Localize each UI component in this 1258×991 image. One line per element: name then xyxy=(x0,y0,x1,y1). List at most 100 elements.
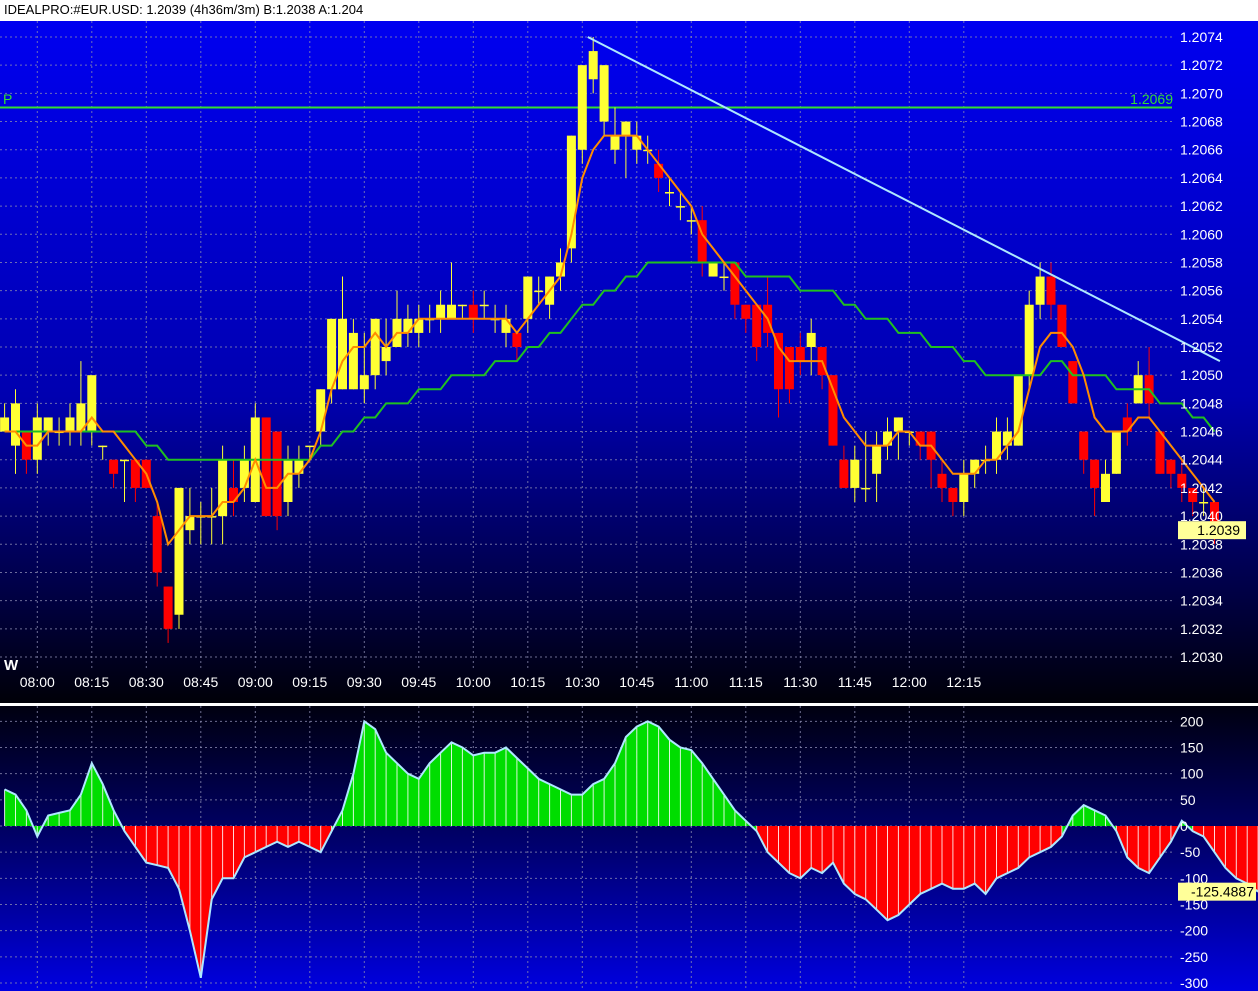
osc-tick-label: -300 xyxy=(1180,975,1208,991)
price-tick-label: 1.2048 xyxy=(1180,395,1223,411)
osc-area-segment xyxy=(931,826,942,889)
osc-area-segment xyxy=(1007,826,1019,874)
price-tick-label: 1.2072 xyxy=(1180,57,1223,73)
candle-body xyxy=(610,135,620,150)
candle-body xyxy=(1035,276,1045,305)
osc-area-segment xyxy=(669,739,681,826)
candle-body xyxy=(675,206,685,208)
candle-body xyxy=(948,487,958,502)
price-tick-label: 1.2046 xyxy=(1180,424,1223,440)
candle-body xyxy=(43,417,53,432)
candle-body xyxy=(512,332,522,347)
panel-separator[interactable] xyxy=(0,703,1258,706)
candle-body xyxy=(120,459,129,462)
osc-area-segment xyxy=(636,721,648,826)
candle-body xyxy=(1090,459,1100,488)
candle-body xyxy=(534,290,544,293)
price-tick-label: 1.2042 xyxy=(1180,480,1223,496)
osc-area-segment xyxy=(538,778,550,826)
price-tick-label: 1.2050 xyxy=(1180,367,1223,383)
candle-body xyxy=(152,516,162,573)
watermark-label: W xyxy=(4,657,19,674)
osc-area-segment xyxy=(952,826,964,889)
candle-body xyxy=(883,431,892,446)
time-tick-label: 09:15 xyxy=(292,674,327,690)
candle-body xyxy=(588,51,598,80)
osc-area-segment xyxy=(942,826,953,889)
candle-body xyxy=(185,516,195,531)
candle-body xyxy=(970,459,980,474)
time-tick-label: 08:30 xyxy=(129,674,164,690)
candle-body xyxy=(1046,276,1056,305)
candle-body xyxy=(348,332,358,390)
candle-body xyxy=(861,487,871,490)
price-tick-label: 1.2070 xyxy=(1180,85,1223,101)
candle-body xyxy=(457,304,467,307)
candle-body xyxy=(621,121,631,136)
candle-body xyxy=(1079,431,1089,460)
osc-area-segment xyxy=(484,752,496,826)
candle-body xyxy=(1122,417,1132,432)
candle-body xyxy=(359,375,369,390)
osc-tick-label: 150 xyxy=(1180,740,1204,756)
candle-body xyxy=(65,417,75,432)
time-tick-label: 08:15 xyxy=(74,674,109,690)
osc-tick-label: 50 xyxy=(1180,792,1196,808)
candle-body xyxy=(261,417,271,517)
candle-body xyxy=(501,318,511,333)
candle-body xyxy=(1024,304,1034,376)
candle-body xyxy=(1155,431,1165,474)
time-tick-label: 09:30 xyxy=(347,674,382,690)
candle-body xyxy=(447,304,456,319)
osc-area-segment xyxy=(222,826,234,879)
osc-area-segment xyxy=(495,747,506,826)
osc-area-segment xyxy=(963,826,975,889)
time-tick-label: 08:00 xyxy=(20,674,55,690)
candle-body xyxy=(414,318,424,333)
price-tick-label: 1.2044 xyxy=(1180,452,1223,468)
chart-svg[interactable]: P 1.2069 1.20301.20321.20341.20361.20381… xyxy=(0,0,1258,991)
price-tick-label: 1.2034 xyxy=(1180,593,1223,609)
candle-body xyxy=(806,332,816,347)
candle-body xyxy=(959,473,969,502)
osc-area-segment xyxy=(898,826,910,915)
candle-body xyxy=(730,262,740,305)
candle-body xyxy=(403,318,413,333)
osc-area-segment xyxy=(440,742,452,826)
price-tick-label: 1.2060 xyxy=(1180,226,1223,242)
candle-body xyxy=(632,135,642,150)
candle-body xyxy=(1057,304,1067,347)
candle-body xyxy=(577,65,587,150)
candle-body xyxy=(174,487,184,615)
candle-body xyxy=(708,262,718,277)
time-tick-label: 08:45 xyxy=(183,674,218,690)
osc-area-segment xyxy=(996,826,1008,879)
price-tick-label: 1.2074 xyxy=(1180,29,1223,45)
candle-body xyxy=(795,347,805,362)
candle-body xyxy=(828,375,838,446)
candle-body xyxy=(839,459,849,488)
candle-body xyxy=(599,65,609,122)
osc-area-segment xyxy=(451,742,463,826)
candle-body xyxy=(1002,431,1012,446)
osc-area-segment xyxy=(593,778,605,826)
osc-area-segment xyxy=(680,747,692,826)
price-tick-label: 1.2030 xyxy=(1180,649,1223,665)
price-tick-label: 1.2064 xyxy=(1180,170,1223,186)
candle-body xyxy=(850,459,860,488)
osc-area-segment xyxy=(549,784,561,826)
osc-area-segment xyxy=(473,752,485,826)
candle-body xyxy=(686,220,696,222)
candle-body xyxy=(1068,361,1078,404)
candle-body xyxy=(1166,459,1176,474)
price-tick-label: 1.2066 xyxy=(1180,142,1223,158)
candle-body xyxy=(0,417,10,432)
candle-body xyxy=(98,445,108,448)
candle-body xyxy=(1111,431,1121,474)
candle-body xyxy=(316,389,326,432)
candle-body xyxy=(1101,473,1110,502)
osc-area-segment xyxy=(407,773,419,826)
chart-window: IDEALPRO:#EUR.USD: 1.2039 (4h36m/3m) B:1… xyxy=(0,0,1258,991)
candle-body xyxy=(893,417,903,432)
price-tick-label: 1.2068 xyxy=(1180,114,1223,130)
